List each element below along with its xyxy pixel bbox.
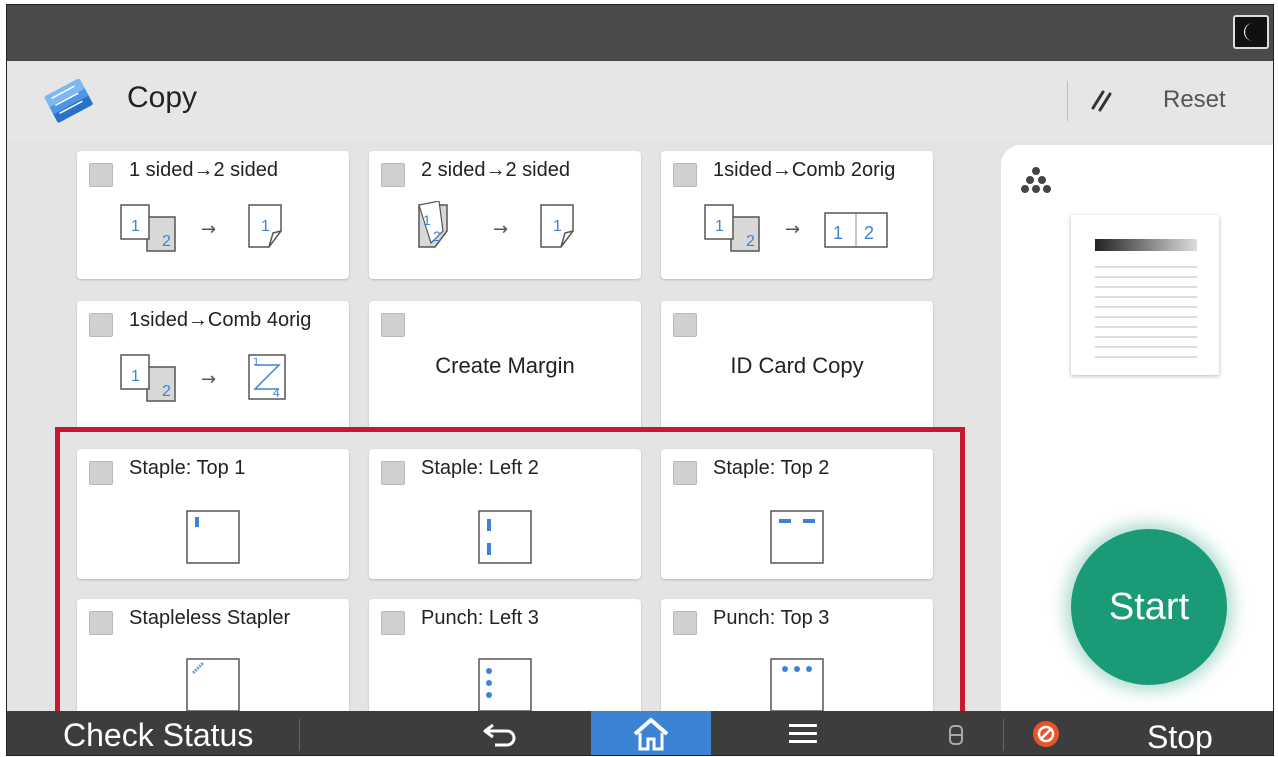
staple-left2-icon bbox=[478, 510, 532, 564]
tile-label: Punch: Top 3 bbox=[713, 607, 830, 629]
back-arrow-icon bbox=[483, 723, 516, 747]
tile-label: Staple: Top 2 bbox=[713, 457, 830, 479]
svg-text:2: 2 bbox=[746, 233, 755, 250]
svg-text:→: → bbox=[201, 369, 216, 390]
tile-punch-left3[interactable]: Punch: Left 3 bbox=[369, 599, 641, 719]
copy-screen: Copy Reset 1 sided→2 sided 2 1 → 1 2 sid… bbox=[6, 4, 1274, 756]
tile-checkbox[interactable] bbox=[89, 313, 113, 337]
tile-label: 1sided→Comb 2orig bbox=[713, 159, 896, 181]
app-header: Copy Reset bbox=[7, 61, 1273, 141]
tile-label: Staple: Top 1 bbox=[129, 457, 246, 479]
combine-4-icon: 2 1 → 1 4 bbox=[120, 354, 286, 402]
moon-icon bbox=[1244, 23, 1253, 41]
tile-checkbox[interactable] bbox=[673, 313, 697, 337]
home-button[interactable] bbox=[591, 711, 711, 755]
tile-checkbox[interactable] bbox=[381, 313, 405, 337]
tile-label: 2 sided→2 sided bbox=[421, 159, 570, 181]
menu-button[interactable] bbox=[773, 715, 833, 753]
tile-staple-left2[interactable]: Staple: Left 2 bbox=[369, 449, 641, 579]
duplex-2to2-icon: 1 2 → 1 bbox=[418, 201, 574, 248]
combine-2-icon: 2 1 → bbox=[704, 204, 888, 252]
tile-label: Staple: Left 2 bbox=[421, 457, 539, 479]
svg-text:1: 1 bbox=[131, 368, 140, 385]
start-button[interactable]: Start bbox=[1071, 529, 1227, 685]
tile-checkbox[interactable] bbox=[89, 611, 113, 635]
tile-comb-4orig[interactable]: 1sided→Comb 4orig 2 1 → 1 4 bbox=[77, 301, 349, 429]
home-icon bbox=[633, 718, 669, 751]
bottom-bar: Check Status Stop bbox=[7, 711, 1273, 755]
combine-page-1: 1 bbox=[833, 223, 844, 243]
preview-dots-icon bbox=[1021, 167, 1051, 193]
tile-checkbox[interactable] bbox=[89, 461, 113, 485]
back-button[interactable] bbox=[473, 715, 533, 753]
tile-checkbox[interactable] bbox=[381, 163, 405, 187]
status-bar bbox=[7, 5, 1273, 61]
tile-label: Create Margin bbox=[435, 353, 575, 378]
svg-text:→: → bbox=[493, 219, 508, 240]
svg-text:4: 4 bbox=[273, 386, 280, 400]
tile-checkbox[interactable] bbox=[89, 163, 113, 187]
data-transmission-icon bbox=[949, 725, 963, 745]
staple-top2-icon bbox=[770, 510, 824, 564]
punch-top3-icon bbox=[770, 658, 824, 712]
tile-stapleless-stapler[interactable]: Stapleless Stapler bbox=[77, 599, 349, 719]
tile-comb-2orig[interactable]: 1sided→Comb 2orig 2 1 → 1 2 bbox=[661, 151, 933, 279]
document-preview-lines bbox=[1095, 239, 1197, 358]
tile-checkbox[interactable] bbox=[673, 163, 697, 187]
tile-2sided-2sided[interactable]: 2 sided→2 sided 1 2 → 1 bbox=[369, 151, 641, 279]
tile-1sided-2sided[interactable]: 1 sided→2 sided 2 1 → 1 bbox=[77, 151, 349, 279]
tile-checkbox[interactable] bbox=[673, 461, 697, 485]
svg-text:2: 2 bbox=[162, 383, 171, 400]
svg-text:→: → bbox=[201, 219, 216, 240]
tile-id-card-copy[interactable]: ID Card Copy bbox=[661, 301, 933, 429]
svg-text:→: → bbox=[785, 219, 800, 240]
svg-text:2: 2 bbox=[433, 228, 441, 244]
tile-label: ID Card Copy bbox=[730, 353, 864, 378]
tile-checkbox[interactable] bbox=[381, 461, 405, 485]
tile-staple-top2[interactable]: Staple: Top 2 bbox=[661, 449, 933, 579]
tile-label: Stapleless Stapler bbox=[129, 607, 291, 629]
bottom-divider bbox=[299, 719, 300, 751]
tile-checkbox[interactable] bbox=[673, 611, 697, 635]
svg-text:1: 1 bbox=[261, 218, 270, 235]
svg-text:1: 1 bbox=[131, 218, 140, 235]
stop-button[interactable]: Stop bbox=[1147, 719, 1213, 755]
header-divider bbox=[1067, 81, 1068, 121]
reset-label: Reset bbox=[1163, 86, 1226, 113]
combine-page-2: 2 bbox=[864, 223, 875, 243]
reset-icon bbox=[1091, 90, 1112, 112]
reset-button[interactable]: Reset bbox=[1077, 75, 1267, 125]
staple-top1-icon bbox=[186, 510, 240, 564]
document-preview bbox=[1071, 215, 1219, 375]
svg-text:1: 1 bbox=[553, 218, 562, 235]
hamburger-icon bbox=[789, 724, 817, 743]
preview-panel: Start bbox=[1001, 145, 1273, 715]
tile-staple-top1[interactable]: Staple: Top 1 bbox=[77, 449, 349, 579]
svg-text:1: 1 bbox=[715, 218, 724, 235]
svg-text:1: 1 bbox=[253, 356, 259, 368]
copy-app-icon bbox=[44, 79, 93, 123]
tile-checkbox[interactable] bbox=[381, 611, 405, 635]
stapleless-icon bbox=[186, 658, 240, 712]
page-title: Copy bbox=[127, 81, 198, 114]
punch-left3-icon bbox=[478, 658, 532, 712]
tile-label: 1 sided→2 sided bbox=[129, 159, 278, 181]
stop-icon[interactable] bbox=[1031, 719, 1061, 749]
check-status-button[interactable]: Check Status bbox=[63, 717, 253, 754]
tile-label: 1sided→Comb 4orig bbox=[129, 309, 312, 331]
svg-text:2: 2 bbox=[162, 233, 171, 250]
tile-label: Punch: Left 3 bbox=[421, 607, 539, 629]
svg-text:1: 1 bbox=[423, 212, 431, 228]
tile-punch-top3[interactable]: Punch: Top 3 bbox=[661, 599, 933, 719]
duplex-1to2-icon: 2 1 → 1 bbox=[120, 204, 282, 252]
tile-create-margin[interactable]: Create Margin bbox=[369, 301, 641, 429]
night-mode-button[interactable] bbox=[1233, 15, 1269, 49]
bottom-divider bbox=[1003, 719, 1004, 751]
